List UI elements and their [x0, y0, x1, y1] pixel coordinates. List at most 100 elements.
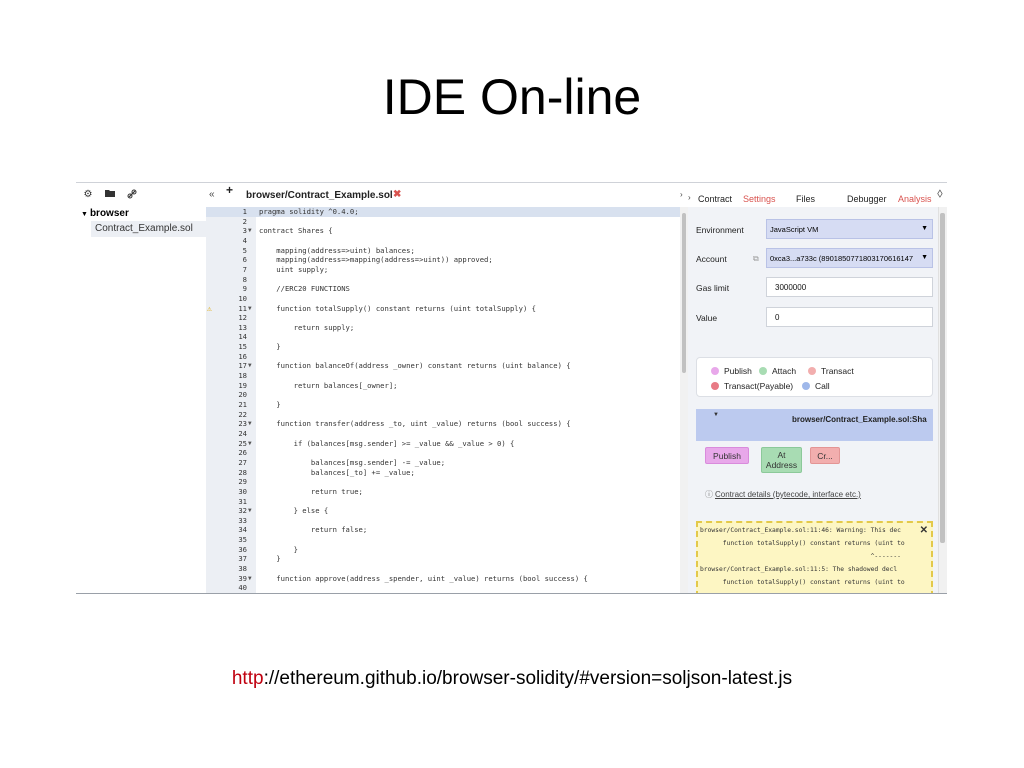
- code-line[interactable]: 32 ▼ } else {: [206, 506, 680, 516]
- fold-arrow-icon[interactable]: ▼: [248, 304, 252, 314]
- code-line[interactable]: 21 }: [206, 400, 680, 410]
- code-line[interactable]: 2: [206, 217, 680, 227]
- code-line[interactable]: 25 ▼ if (balances[msg.sender] >= _value &…: [206, 439, 680, 449]
- code-text: return false;: [259, 525, 368, 535]
- code-line[interactable]: 30 return true;: [206, 487, 680, 497]
- tab-debugger[interactable]: Debugger: [847, 194, 887, 204]
- code-area[interactable]: 1 pragma solidity ^0.4.0; 2 3 ▼ contract Shar…: [206, 207, 688, 593]
- settings-gear-icon[interactable]: ⚙: [82, 189, 94, 202]
- publish-button[interactable]: Publish: [705, 447, 749, 464]
- value-input[interactable]: 0: [766, 307, 933, 327]
- editor-scroll-thumb[interactable]: [682, 213, 686, 373]
- code-line[interactable]: 4: [206, 236, 680, 246]
- code-line[interactable]: 28 balances[_to] += _value;: [206, 468, 680, 478]
- code-line[interactable]: 3 ▼ contract Shares {: [206, 226, 680, 236]
- code-line[interactable]: 11 ▼ ⚠ function totalSupply() constant ret…: [206, 304, 680, 314]
- code-line[interactable]: 15 }: [206, 342, 680, 352]
- new-file-icon[interactable]: +: [226, 183, 233, 197]
- line-number: 24: [238, 428, 247, 438]
- code-line[interactable]: 31: [206, 497, 680, 507]
- file-explorer: ⚙ ▼ browser Contract_Example.sol: [76, 183, 206, 593]
- collapse-left-icon[interactable]: «: [209, 189, 215, 200]
- legend-attach: Attach: [759, 366, 796, 376]
- expand-right-icon[interactable]: ›: [680, 190, 683, 199]
- gas-limit-input[interactable]: 3000000: [766, 277, 933, 297]
- line-number: 33: [238, 515, 247, 525]
- code-line[interactable]: 18: [206, 371, 680, 381]
- contract-details-link[interactable]: Contract details (bytecode, interface et…: [715, 490, 861, 499]
- explorer-root-folder[interactable]: ▼ browser: [81, 208, 129, 219]
- code-line[interactable]: 38: [206, 564, 680, 574]
- code-line[interactable]: 40: [206, 583, 680, 593]
- chevron-right-icon[interactable]: ›: [688, 193, 691, 202]
- legend-transact-payable: Transact(Payable): [711, 381, 793, 391]
- code-line[interactable]: 35: [206, 535, 680, 545]
- tab-analysis[interactable]: Analysis: [898, 194, 932, 204]
- tab-close-icon[interactable]: ✖: [393, 189, 401, 200]
- account-label: Account: [696, 254, 727, 264]
- tab-files[interactable]: Files: [796, 194, 815, 204]
- dropdown-arrow-icon: ▼: [921, 254, 928, 261]
- at-address-button[interactable]: At Address: [761, 447, 802, 473]
- line-number: 21: [238, 400, 247, 409]
- code-line[interactable]: 7 uint supply;: [206, 265, 680, 275]
- line-number: 37: [238, 554, 247, 564]
- code-text: }: [259, 342, 281, 352]
- fold-arrow-icon[interactable]: ▼: [248, 506, 252, 516]
- contract-instance-header[interactable]: ▼ browser/Contract_Example.sol:Sha: [696, 409, 933, 441]
- source-url[interactable]: http://ethereum.github.io/browser-solidi…: [0, 668, 1024, 690]
- contract-details[interactable]: ⓘ Contract details (bytecode, interface e…: [705, 489, 861, 500]
- fold-arrow-icon[interactable]: ▼: [248, 419, 252, 429]
- link-icon[interactable]: [126, 189, 138, 202]
- code-line[interactable]: 33: [206, 516, 680, 526]
- code-line[interactable]: 39 ▼ function approve(address _spender, u…: [206, 574, 680, 584]
- line-number: 12: [238, 313, 247, 323]
- code-line[interactable]: 17 ▼ function balanceOf(address _owner) c…: [206, 361, 680, 371]
- warning-icon[interactable]: ⚠: [207, 304, 212, 314]
- bottom-divider: [76, 593, 947, 594]
- fold-arrow-icon[interactable]: ▼: [248, 226, 252, 236]
- code-line[interactable]: 20: [206, 390, 680, 400]
- code-line[interactable]: 22: [206, 410, 680, 420]
- code-line[interactable]: 19 return balances[_owner];: [206, 381, 680, 391]
- environment-value: JavaScript VM: [770, 225, 819, 234]
- code-line[interactable]: 37 }: [206, 554, 680, 564]
- code-line[interactable]: 24: [206, 429, 680, 439]
- panel-scroll-thumb[interactable]: [940, 213, 945, 543]
- environment-select[interactable]: JavaScript VM ▼: [766, 219, 933, 239]
- code-line[interactable]: 10: [206, 294, 680, 304]
- code-line[interactable]: 34 return false;: [206, 525, 680, 535]
- open-folder-icon[interactable]: [104, 189, 116, 202]
- code-line[interactable]: 1 pragma solidity ^0.4.0;: [206, 207, 680, 217]
- line-number: 27: [238, 457, 247, 467]
- caret-down-icon: ▼: [713, 412, 719, 418]
- line-number: 34: [238, 525, 247, 535]
- code-line[interactable]: 23 ▼ function transfer(address _to, uint …: [206, 419, 680, 429]
- copy-icon[interactable]: ⧉: [753, 254, 759, 264]
- code-text: mapping(address=>uint) balances;: [259, 245, 415, 255]
- code-line[interactable]: 16: [206, 352, 680, 362]
- code-line[interactable]: 9 //ERC20 FUNCTIONS: [206, 284, 680, 294]
- tab-contract[interactable]: Contract: [698, 194, 732, 204]
- code-line[interactable]: 36 }: [206, 545, 680, 555]
- legend-call: Call: [802, 381, 830, 391]
- code-line[interactable]: 27 balances[msg.sender] -= _value;: [206, 458, 680, 468]
- tab-settings[interactable]: Settings: [743, 194, 776, 204]
- code-line[interactable]: 5 mapping(address=>uint) balances;: [206, 246, 680, 256]
- fold-arrow-icon[interactable]: ▼: [248, 574, 252, 584]
- fold-arrow-icon[interactable]: ▼: [248, 361, 252, 371]
- code-line[interactable]: 8: [206, 275, 680, 285]
- fold-arrow-icon[interactable]: ▼: [248, 439, 252, 449]
- explorer-file-item[interactable]: Contract_Example.sol: [91, 221, 206, 237]
- code-line[interactable]: 6 mapping(address=>mapping(address=>uint…: [206, 255, 680, 265]
- editor-tab-file[interactable]: browser/Contract_Example.sol: [246, 190, 393, 201]
- legend-transact: Transact: [808, 366, 854, 376]
- code-line[interactable]: 14: [206, 332, 680, 342]
- account-select[interactable]: 0xca3...a733c (8901850771803170616147 ▼: [766, 248, 933, 268]
- close-icon[interactable]: ✕: [920, 525, 928, 536]
- code-line[interactable]: 13 return supply;: [206, 323, 680, 333]
- code-line[interactable]: 12: [206, 313, 680, 323]
- create-button[interactable]: Cr...: [810, 447, 840, 464]
- code-line[interactable]: 26: [206, 448, 680, 458]
- code-line[interactable]: 29: [206, 477, 680, 487]
